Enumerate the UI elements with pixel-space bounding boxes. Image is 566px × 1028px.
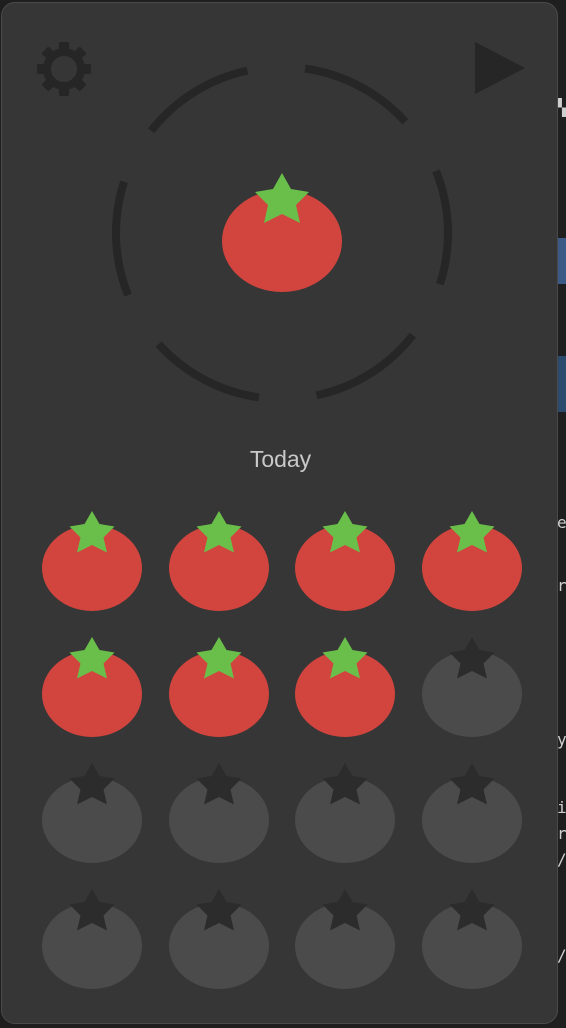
pending-pomodoro-icon xyxy=(168,889,269,989)
completed-pomodoro-icon xyxy=(295,637,395,737)
timer-ring-segment xyxy=(155,341,260,402)
pending-pomodoro-icon xyxy=(168,763,269,863)
pending-pomodoro-icon xyxy=(421,763,522,863)
background-glyph: / xyxy=(557,946,566,965)
timer-ring-segment xyxy=(148,66,249,134)
background-glyph: y xyxy=(557,730,566,749)
completed-pomodoro-icon xyxy=(168,511,269,611)
today-label: Today xyxy=(249,446,312,472)
gear-icon xyxy=(37,42,91,96)
completed-pomodoro-icon xyxy=(295,511,395,611)
timer-ring-segment xyxy=(315,332,416,400)
pending-pomodoro-icon xyxy=(42,889,142,989)
play-icon xyxy=(475,42,525,94)
background-glyph: i xyxy=(557,798,566,817)
pending-pomodoro-icon xyxy=(295,889,395,989)
pending-pomodoro-icon xyxy=(421,889,522,989)
background-glyph: r xyxy=(557,576,566,595)
pending-pomodoro-icon xyxy=(295,763,395,863)
timer-ring xyxy=(108,59,456,407)
timer-ring-segment xyxy=(304,64,409,125)
completed-pomodoro-icon xyxy=(42,637,142,737)
timer-ring-segment xyxy=(112,180,132,297)
background-highlight xyxy=(558,238,566,284)
background-highlight xyxy=(558,356,566,412)
pomodoro-popover: Today xyxy=(1,2,558,1024)
background-glyph: / xyxy=(557,850,566,869)
completed-pomodoro-icon xyxy=(421,511,522,611)
background-glyph: ▚ xyxy=(557,98,566,117)
background-glyph: e xyxy=(557,513,566,532)
timer-tomato-icon xyxy=(222,173,342,292)
pending-pomodoro-icon xyxy=(421,637,522,737)
background-glyph: r xyxy=(557,824,566,843)
pomodoro-grid xyxy=(38,507,528,997)
start-timer-button[interactable] xyxy=(472,41,528,97)
completed-pomodoro-icon xyxy=(42,511,142,611)
pending-pomodoro-icon xyxy=(42,763,142,863)
completed-pomodoro-icon xyxy=(168,637,269,737)
settings-button[interactable] xyxy=(36,41,92,97)
timer-ring-segment xyxy=(432,169,452,286)
